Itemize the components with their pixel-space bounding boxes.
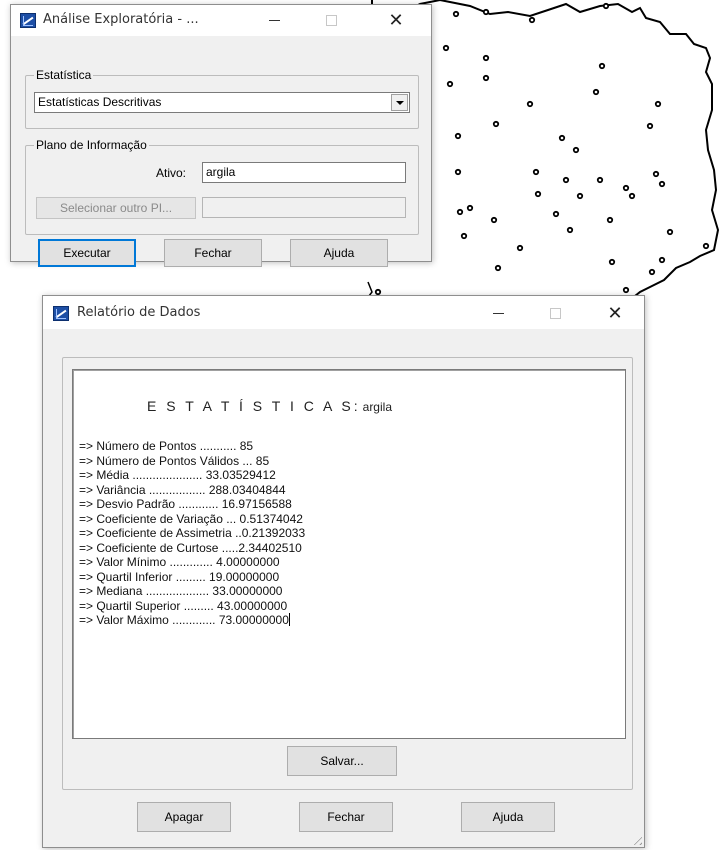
plano-informacao-group: Plano de Informação Ativo: argila Seleci…	[25, 138, 419, 235]
sample-point	[646, 122, 654, 130]
sample-point	[442, 44, 450, 52]
estatistica-group: Estatística Estatísticas Descritivas	[25, 68, 419, 129]
text-caret	[288, 613, 290, 626]
sample-point	[576, 192, 584, 200]
sample-point	[622, 286, 630, 294]
fechar-button[interactable]: Fechar	[299, 802, 393, 832]
executar-button[interactable]: Executar	[38, 239, 136, 267]
report-line: => Variância ................. 288.03404…	[79, 482, 286, 497]
sample-point	[628, 192, 636, 200]
sample-point	[658, 256, 666, 264]
resize-grip-icon[interactable]	[630, 833, 642, 845]
sample-point	[606, 216, 614, 224]
sample-point	[482, 54, 490, 62]
ajuda-button[interactable]: Ajuda	[290, 239, 388, 267]
report-line: => Coeficiente de Assimetria ..0.2139203…	[79, 526, 306, 540]
sample-point	[666, 228, 674, 236]
sample-point	[492, 120, 500, 128]
sample-point	[572, 146, 580, 154]
sample-point	[460, 232, 468, 240]
sample-point	[598, 62, 606, 70]
report-line: => Média ..................... 33.035294…	[79, 468, 276, 482]
selecionar-outro-pi-button[interactable]: Selecionar outro PI...	[36, 197, 196, 219]
report-line: => Mediana ................... 33.000000…	[79, 584, 283, 598]
relatorio-de-dados-window: Relatório de Dados ✕ E S T A T Í S T I C…	[42, 295, 645, 848]
sample-point	[494, 264, 502, 272]
sample-point	[446, 80, 454, 88]
sample-point	[482, 8, 490, 16]
plano-group-label: Plano de Informação	[34, 138, 149, 152]
window-title: Análise Exploratória - ...	[43, 12, 199, 27]
chevron-down-icon[interactable]	[391, 94, 408, 111]
sample-point	[592, 88, 600, 96]
estatistica-select-value: Estatísticas Descritivas	[38, 95, 162, 109]
sample-point	[596, 176, 604, 184]
sample-point	[648, 268, 656, 276]
sample-point	[526, 100, 534, 108]
sample-point	[482, 74, 490, 82]
sample-point	[654, 100, 662, 108]
app-icon	[53, 306, 69, 321]
report-heading-text: E S T A T Í S T I C A S:	[147, 398, 361, 414]
estatistica-select[interactable]: Estatísticas Descritivas	[34, 92, 410, 113]
sample-point	[658, 180, 666, 188]
report-variable: argila	[362, 400, 392, 414]
sample-point	[532, 168, 540, 176]
sample-point	[454, 132, 462, 140]
report-line: => Valor Mínimo ............. 4.00000000	[79, 555, 280, 569]
sample-point	[552, 210, 560, 218]
sample-point	[558, 134, 566, 142]
analise-exploratoria-window: Análise Exploratória - ... ✕ Estatística…	[10, 4, 432, 267]
sample-point	[374, 288, 382, 296]
report-line: => Número de Pontos ........... 85	[79, 439, 254, 453]
maximize-button	[535, 298, 575, 329]
report-line: => Número de Pontos Válidos ... 85	[79, 453, 270, 468]
sample-point	[528, 16, 536, 24]
salvar-button[interactable]: Salvar...	[287, 746, 397, 776]
estatistica-group-label: Estatística	[34, 68, 94, 82]
sample-point	[622, 184, 630, 192]
report-line: => Coeficiente de Curtose .....2.3440251…	[79, 540, 302, 555]
ajuda-button[interactable]: Ajuda	[461, 802, 555, 832]
sample-point	[456, 208, 464, 216]
close-button[interactable]: ✕	[595, 298, 635, 329]
report-line: => Quartil Superior ......... 43.0000000…	[79, 598, 288, 613]
ativo-field[interactable]: argila	[202, 162, 406, 183]
apagar-button[interactable]: Apagar	[137, 802, 231, 832]
sample-point	[534, 190, 542, 198]
sample-point	[562, 176, 570, 184]
report-line: => Valor Máximo ............. 73.0000000…	[79, 613, 290, 627]
report-line: => Coeficiente de Variação ... 0.5137404…	[79, 511, 303, 526]
close-button[interactable]: ✕	[376, 5, 416, 36]
report-line: => Desvio Padrão ............ 16.9715658…	[79, 497, 292, 511]
minimize-button[interactable]	[479, 298, 519, 329]
report-line: => Quartil Inferior ......... 19.0000000…	[79, 569, 280, 584]
maximize-button	[311, 5, 351, 36]
report-heading: E S T A T Í S T I C A S: argila	[147, 398, 392, 414]
title-bar[interactable]: Relatório de Dados ✕	[43, 296, 644, 329]
sample-point	[652, 170, 660, 178]
sample-point	[516, 244, 524, 252]
window-title: Relatório de Dados	[77, 305, 201, 320]
sample-point	[454, 168, 462, 176]
sample-point	[608, 258, 616, 266]
title-bar[interactable]: Análise Exploratória - ... ✕	[11, 5, 431, 36]
fechar-button[interactable]: Fechar	[164, 239, 262, 267]
sample-point	[452, 10, 460, 18]
sample-point	[566, 226, 574, 234]
sample-point	[702, 242, 710, 250]
outro-pi-field	[202, 197, 406, 218]
report-text-area[interactable]: E S T A T Í S T I C A S: argila => Número…	[72, 369, 626, 739]
sample-point	[490, 216, 498, 224]
ativo-value: argila	[206, 165, 236, 179]
ativo-label: Ativo:	[156, 166, 187, 180]
sample-point	[466, 204, 474, 212]
report-lines: => Número de Pontos ........... 85 => Núm…	[79, 439, 305, 628]
app-icon	[20, 13, 36, 28]
minimize-button[interactable]	[255, 5, 295, 36]
sample-point	[602, 2, 610, 10]
